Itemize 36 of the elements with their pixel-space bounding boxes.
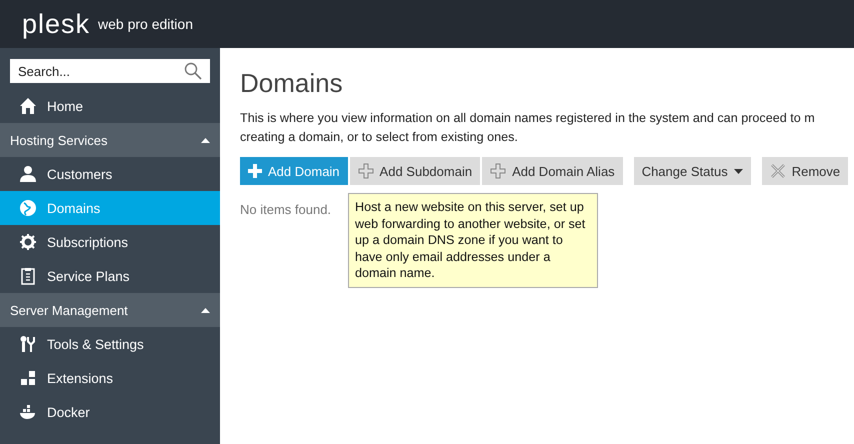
sidebar-group[interactable]: Server Management xyxy=(0,293,220,327)
toolbar-button[interactable]: Remove xyxy=(762,157,848,185)
plus-icon xyxy=(490,163,506,179)
gear-icon xyxy=(19,233,37,251)
plus-icon xyxy=(248,164,262,178)
blocks-icon xyxy=(19,369,37,387)
sidebar-group[interactable]: Hosting Services xyxy=(0,123,220,157)
toolbar-button[interactable]: Add Domain Alias xyxy=(482,157,623,185)
sidebar-item[interactable]: Docker xyxy=(0,395,220,429)
caret-icon xyxy=(734,168,743,174)
sidebar-item[interactable]: Service Plans xyxy=(0,259,220,293)
sidebar-item[interactable]: Tools & Settings xyxy=(0,327,220,361)
cross-icon xyxy=(770,163,786,179)
person-icon xyxy=(19,165,37,183)
house-icon xyxy=(19,97,37,115)
sidebar-item[interactable]: Home xyxy=(0,89,220,123)
empty-message: No items found. xyxy=(240,202,332,217)
logo[interactable]: plesk xyxy=(22,8,90,40)
globe-icon xyxy=(19,199,37,217)
page-title: Domains xyxy=(240,68,344,99)
caret-icon xyxy=(201,308,210,312)
search-icon[interactable] xyxy=(184,62,202,80)
toolbar-button[interactable]: Add Subdomain xyxy=(350,157,480,185)
sidebar-item[interactable]: Subscriptions xyxy=(0,225,220,259)
caret-icon xyxy=(201,138,210,142)
sidebar-item[interactable]: Customers xyxy=(0,157,220,191)
whale-icon xyxy=(19,403,37,421)
tooltip: Host a new website on this server, set up web forwarding to another website, or set up a domain DNS zone if you want to have only email addresses under a domain name. xyxy=(348,193,598,288)
page-description: This is where you view information on all domain names registered in the system and can proceed to m creating a domain, or to select from existing ones. xyxy=(240,110,816,146)
sidebar-item[interactable]: Extensions xyxy=(0,361,220,395)
tools-icon xyxy=(19,335,37,353)
search-field[interactable]: Search... xyxy=(10,59,210,83)
clipboard-icon xyxy=(19,267,37,285)
edition-label: web pro edition xyxy=(98,16,193,32)
plus-icon xyxy=(358,163,374,179)
toolbar-button[interactable]: Change Status xyxy=(634,157,751,185)
